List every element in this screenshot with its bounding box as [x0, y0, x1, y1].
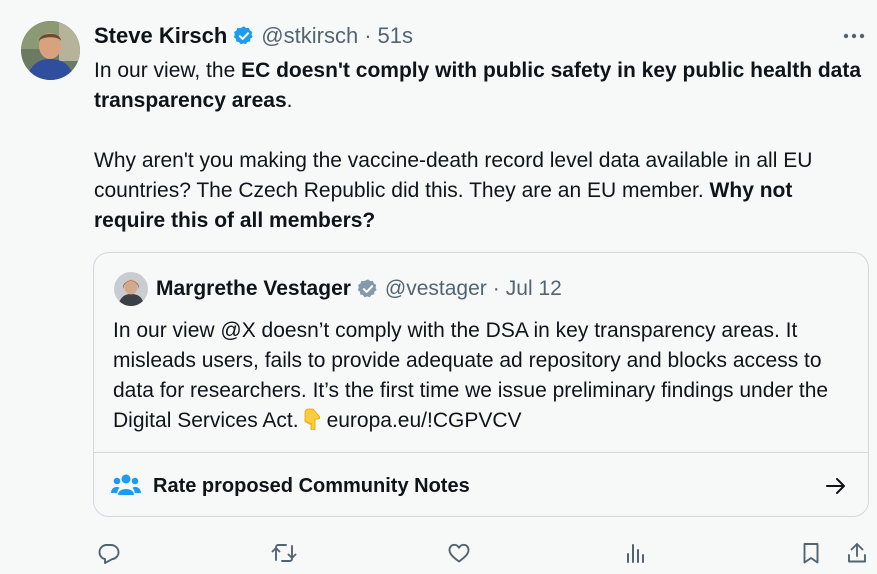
bookmark-icon[interactable]	[797, 539, 825, 567]
community-notes-row[interactable]: Rate proposed Community Notes	[94, 453, 868, 516]
tweet[interactable]: Steve Kirsch @stkirsch · 51s In our view…	[0, 0, 877, 574]
views-icon[interactable]	[621, 539, 649, 567]
author-avatar[interactable]	[21, 21, 80, 80]
quoted-text: In our view @X doesn’t comply with the D…	[113, 316, 853, 439]
verified-badge-icon	[233, 25, 255, 47]
pointing-down-emoji-icon	[301, 408, 323, 439]
quoted-author-avatar[interactable]	[114, 272, 148, 306]
community-notes-icon	[111, 472, 141, 503]
tweet-paragraph-1: In our view, the EC doesn't comply with …	[94, 56, 869, 116]
header-separator: ·	[364, 23, 372, 48]
action-bar	[0, 536, 877, 570]
gov-verified-badge-icon	[357, 278, 379, 300]
share-icon[interactable]	[843, 539, 871, 567]
more-icon[interactable]	[841, 26, 867, 46]
quoted-tweet[interactable]: Margrethe Vestager @vestager · Jul 12 In…	[93, 252, 869, 517]
reply-icon[interactable]	[95, 539, 123, 567]
tweet-paragraph-2: Why aren't you making the vaccine-death …	[94, 146, 869, 236]
quoted-separator: ·	[492, 277, 500, 300]
tweet-text: In our view, the EC doesn't comply with …	[94, 56, 869, 236]
tweet-header: Steve Kirsch @stkirsch · 51s	[94, 22, 413, 50]
quoted-link[interactable]: europa.eu/!CGPVCV	[327, 409, 522, 432]
arrow-right-icon	[824, 474, 848, 503]
tweet-p1-pre: In our view, the	[94, 59, 242, 82]
tweet-p1-post: .	[286, 89, 293, 112]
quoted-author-name[interactable]: Margrethe Vestager	[156, 275, 351, 303]
author-name[interactable]: Steve Kirsch	[94, 22, 227, 50]
quoted-handle[interactable]: @vestager	[385, 275, 487, 303]
author-handle[interactable]: @stkirsch	[261, 22, 358, 50]
tweet-p2-text: Why aren't you making the vaccine-death …	[94, 149, 813, 202]
retweet-icon[interactable]	[270, 539, 298, 567]
tweet-time[interactable]: 51s	[378, 22, 413, 50]
community-notes-label: Rate proposed Community Notes	[153, 475, 470, 497]
like-icon[interactable]	[445, 539, 473, 567]
quoted-header: Margrethe Vestager @vestager · Jul 12	[156, 275, 562, 303]
quoted-date[interactable]: Jul 12	[506, 275, 562, 303]
